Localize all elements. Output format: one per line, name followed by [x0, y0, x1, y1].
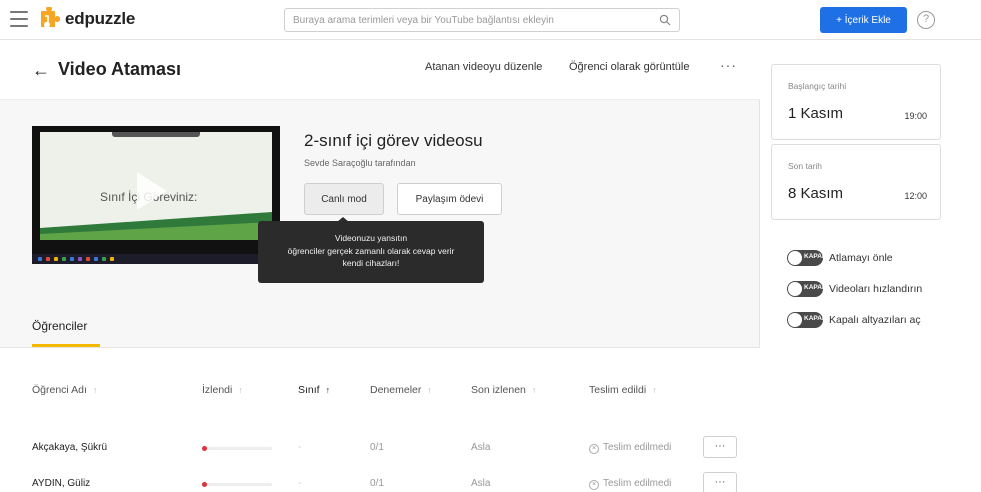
video-author: Sevde Saraçoğlu tarafından	[304, 158, 416, 168]
menu-icon[interactable]	[10, 11, 28, 27]
slide-decoration	[40, 212, 272, 240]
taskbar-strip	[32, 254, 280, 264]
column-watched[interactable]: İzlendi ↑	[202, 384, 243, 396]
help-icon[interactable]: ?	[917, 11, 935, 29]
add-content-button[interactable]: + İçerik Ekle	[820, 7, 907, 33]
toggle-switch[interactable]: KAPALI	[787, 250, 828, 266]
view-as-student-link[interactable]: Öğrenci olarak görüntüle	[569, 61, 689, 73]
sort-arrow-icon: ↑	[531, 385, 537, 395]
page-title: Video Ataması	[58, 59, 182, 79]
row-more-button[interactable]: ···	[703, 472, 737, 492]
grade-value: -	[298, 442, 302, 453]
row-more-button[interactable]: ···	[703, 436, 737, 458]
last-watched-value: Asla	[471, 478, 491, 489]
toggle-prevent-skipping[interactable]: KAPALI Atlamayı önle	[787, 249, 893, 267]
brand-name: edpuzzle	[65, 9, 136, 28]
toggle-label: Videoları hızlandırın	[829, 283, 923, 295]
toggle-speed-up-videos[interactable]: KAPALI Videoları hızlandırın	[787, 280, 922, 298]
table-row[interactable]: Akçakaya, Şükrü - 0/1 Asla × Teslim edilm…	[0, 436, 760, 462]
not-submitted-icon: ×	[589, 480, 599, 490]
search-box	[284, 8, 680, 32]
table-row[interactable]: AYDIN, Güliz - 0/1 Asla × Teslim edilmedi…	[0, 472, 760, 492]
toggle-switch[interactable]: KAPALI	[787, 312, 828, 328]
column-grade[interactable]: Sınıf ↑	[298, 384, 330, 396]
puzzle-logo-icon	[41, 7, 60, 27]
student-name[interactable]: AYDIN, Güliz	[32, 478, 90, 489]
start-date-value: 1 Kasım	[788, 105, 844, 122]
sort-arrow-icon: ↑	[427, 385, 432, 395]
column-submitted[interactable]: Teslim edildi ↑	[589, 384, 657, 396]
sort-arrow-icon: ↑	[238, 385, 243, 395]
live-mode-button[interactable]: Canlı mod	[304, 183, 384, 215]
edpuzzle-logo[interactable]: edpuzzle	[36, 7, 135, 31]
due-date-card[interactable]: Son tarih 8 Kasım 12:00	[771, 144, 941, 220]
sort-arrow-icon: ↑	[92, 385, 98, 395]
due-date-label: Son tarih	[788, 161, 823, 171]
column-attempts[interactable]: Denemeler ↑	[370, 384, 432, 396]
toggle-label: Atlamayı önle	[829, 252, 893, 264]
edit-assigned-video-link[interactable]: Atanan videoyu düzenle	[425, 61, 542, 73]
more-options-button[interactable]: ···	[720, 57, 737, 73]
share-assignment-button[interactable]: Paylaşım ödevi	[397, 183, 502, 215]
start-date-label: Başlangıç tarihi	[788, 81, 847, 91]
attempts-value: 0/1	[370, 442, 384, 453]
submission-status: × Teslim edilmedi	[589, 478, 671, 490]
toggle-label: Kapalı altyazıları aç	[829, 314, 921, 326]
toggle-closed-captions[interactable]: KAPALI Kapalı altyazıları aç	[787, 311, 921, 329]
grade-value: -	[298, 478, 302, 489]
video-title: 2-sınıf içi görev videosu	[304, 131, 483, 150]
due-time-value: 12:00	[904, 191, 927, 201]
search-icon[interactable]	[659, 14, 671, 26]
last-watched-value: Asla	[471, 442, 491, 453]
attempts-value: 0/1	[370, 478, 384, 489]
watched-progress	[202, 446, 272, 451]
start-time-value: 19:00	[904, 111, 927, 121]
main-panel: ← Video Ataması Atanan videoyu düzenle Ö…	[0, 40, 760, 492]
due-date-value: 8 Kasım	[788, 185, 844, 202]
back-arrow-icon[interactable]: ←	[32, 60, 50, 81]
watched-progress	[202, 482, 272, 487]
sort-arrow-icon: ↑	[652, 385, 657, 395]
start-date-card[interactable]: Başlangıç tarihi 1 Kasım 19:00	[771, 64, 941, 140]
top-bar: edpuzzle + İçerik Ekle ?	[0, 0, 981, 40]
student-name[interactable]: Akçakaya, Şükrü	[32, 442, 107, 453]
sort-arrow-icon: ↑	[325, 385, 331, 395]
video-thumbnail[interactable]: Sınıf İçi Göreviniz:	[32, 126, 280, 264]
submission-status: × Teslim edilmedi	[589, 442, 671, 454]
play-icon[interactable]	[137, 172, 167, 210]
assignment-header: ← Video Ataması Atanan videoyu düzenle Ö…	[0, 40, 760, 100]
column-student-name[interactable]: Öğrenci Adı ↑	[32, 384, 97, 396]
settings-sidebar: Başlangıç tarihi 1 Kasım 19:00 Son tarih…	[761, 40, 981, 492]
search-input[interactable]	[285, 9, 645, 31]
toggle-switch[interactable]: KAPALI	[787, 281, 828, 297]
students-table: Öğrenci Adı ↑ İzlendi ↑ Sınıf ↑ Denemeler ↑ …	[0, 348, 760, 492]
not-submitted-icon: ×	[589, 444, 599, 454]
live-mode-tooltip: Videonuzu yansıtın öğrenciler gerçek zam…	[258, 221, 484, 283]
column-last-watched[interactable]: Son izlenen ↑	[471, 384, 536, 396]
tab-students[interactable]: Öğrenciler	[32, 319, 87, 333]
